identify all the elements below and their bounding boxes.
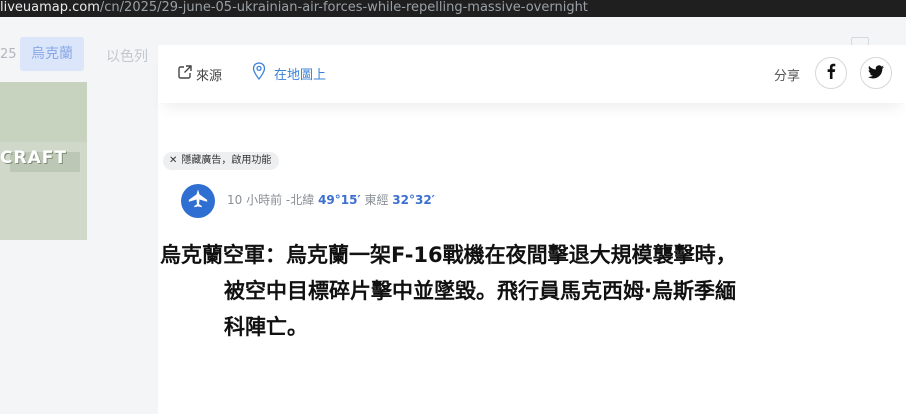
twitter-icon bbox=[868, 64, 884, 83]
map-pin-icon bbox=[252, 62, 266, 84]
headline-line-3: 科陣亡。 bbox=[224, 315, 308, 339]
air-force-avatar bbox=[181, 184, 215, 218]
source-label: 來源 bbox=[196, 68, 223, 84]
event-popup: 來源 在地圖上 分享 ✕ 隱藏廣告，啟用功能 10 小時前 -北緯 49°15′… bbox=[158, 45, 906, 414]
share-label: 分享 bbox=[774, 69, 801, 84]
longitude-label: 東經 bbox=[360, 193, 393, 207]
fighter-jet-icon bbox=[187, 188, 209, 214]
address-bar[interactable]: liveuamap.com/cn/2025/29-june-05-ukraini… bbox=[0, 0, 906, 17]
filter-chip-israel[interactable]: 以色列 bbox=[106, 46, 148, 66]
headline-line-2: 被空中目標碎片擊中並墜毀。飛行員馬克西姆·烏斯季緬 bbox=[224, 279, 736, 303]
hide-ads-label: 隱藏廣告，啟用功能 bbox=[181, 155, 272, 166]
url-host: liveuamap.com bbox=[0, 0, 100, 15]
hide-ads-button[interactable]: ✕ 隱藏廣告，啟用功能 bbox=[163, 152, 280, 170]
source-button[interactable]: 來源 bbox=[177, 64, 222, 84]
url-path: /cn/2025/29-june-05-ukrainian-air-forces… bbox=[99, 0, 588, 15]
facebook-share-button[interactable] bbox=[815, 57, 847, 89]
event-meta: 10 小時前 -北緯 49°15′ 東經 32°32′ bbox=[227, 191, 435, 208]
latitude-value: 49°15′ bbox=[318, 193, 361, 207]
filter-chip-ukraine[interactable]: 烏克蘭 bbox=[20, 37, 84, 71]
on-map-label: 在地圖上 bbox=[274, 67, 327, 83]
background-thumbnail: CRAFT bbox=[0, 82, 87, 240]
headline-line-1: 烏克蘭空軍：烏克蘭一架F-16戰機在夜間擊退大規模襲擊時， bbox=[160, 243, 737, 267]
external-link-icon bbox=[177, 64, 193, 84]
thumbnail-text: CRAFT bbox=[0, 148, 67, 168]
popup-toolbar: 來源 在地圖上 分享 bbox=[158, 45, 906, 103]
close-icon: ✕ bbox=[169, 155, 178, 166]
background-number: 25 bbox=[0, 47, 17, 62]
facebook-icon bbox=[826, 63, 836, 83]
twitter-share-button[interactable] bbox=[860, 57, 892, 89]
on-map-button[interactable]: 在地圖上 bbox=[252, 62, 327, 84]
longitude-value: 32°32′ bbox=[392, 193, 435, 207]
latitude-label: 北緯 bbox=[290, 193, 319, 207]
event-time: 10 小時前 bbox=[227, 193, 283, 207]
